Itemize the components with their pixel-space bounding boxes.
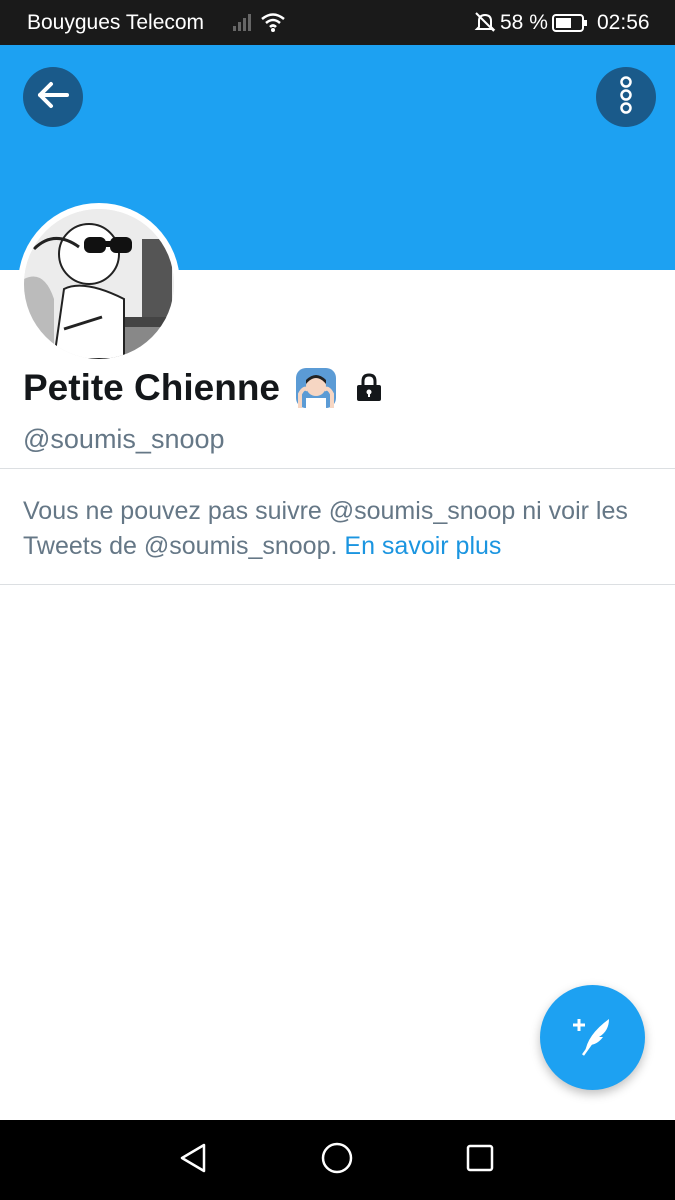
back-button[interactable] <box>23 67 83 127</box>
nav-home-icon <box>320 1141 354 1180</box>
carrier-name: Bouygues Telecom <box>27 11 205 34</box>
wifi-icon <box>260 11 286 39</box>
arrow-left-icon <box>36 81 70 114</box>
compose-tweet-button[interactable] <box>540 985 645 1090</box>
blocked-notice-text: Vous ne pouvez pas suivre @soumis_snoop … <box>23 497 628 560</box>
nav-back-button[interactable] <box>173 1140 213 1180</box>
profile-avatar[interactable] <box>18 203 180 365</box>
blocked-notice: Vous ne pouvez pas suivre @soumis_snoop … <box>23 494 658 564</box>
profile-name: Petite Chienne <box>23 367 280 408</box>
compose-tweet-icon <box>569 1013 617 1062</box>
learn-more-link[interactable]: En savoir plus <box>344 532 501 560</box>
avatar-image <box>24 209 174 359</box>
divider <box>0 468 675 469</box>
nav-recents-icon <box>465 1143 495 1178</box>
nav-home-button[interactable] <box>317 1140 357 1180</box>
lock-icon <box>354 373 384 403</box>
bell-off-icon <box>474 11 496 39</box>
profile-name-row: Petite Chienne <box>23 366 384 410</box>
profile-handle: @soumis_snoop <box>23 424 225 454</box>
more-vertical-icon <box>619 75 633 119</box>
person-gesturing-ok-emoji <box>292 366 340 410</box>
divider <box>0 584 675 585</box>
battery-icon <box>552 13 588 39</box>
battery-percent: 58 % <box>500 11 548 34</box>
signal-icon <box>232 12 254 38</box>
nav-recents-button[interactable] <box>460 1140 500 1180</box>
more-options-button[interactable] <box>596 67 656 127</box>
nav-back-icon <box>178 1142 208 1179</box>
status-bar: Bouygues Telecom 58 % 02:56 <box>0 0 675 45</box>
clock: 02:56 <box>597 11 650 34</box>
system-nav-bar <box>0 1120 675 1200</box>
